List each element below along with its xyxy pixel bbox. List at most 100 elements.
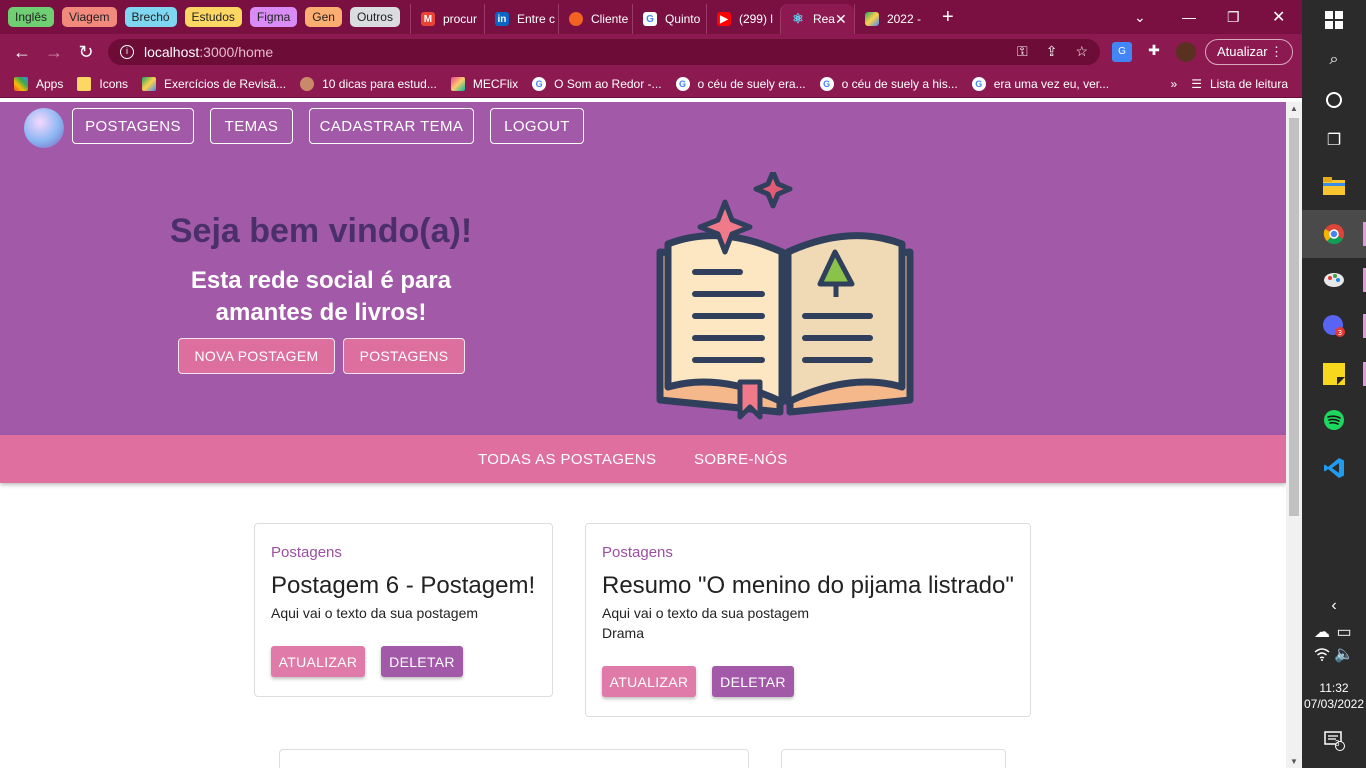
close-tab-icon[interactable]: ✕ <box>835 11 847 28</box>
tab-group-gen[interactable]: Gen <box>305 7 342 27</box>
bookmark-ceu-suely-1[interactable]: G o céu de suely era... <box>675 76 806 91</box>
notification-center-icon[interactable]: 3 <box>1322 728 1346 752</box>
windows-taskbar: ⌕ ❐ 3 ‹ ☁ ▭ 🔈 11:32 07/03/2022 3 <box>1302 0 1366 768</box>
forward-icon[interactable]: → <box>38 42 70 63</box>
bookmark-icons[interactable]: Icons <box>77 76 129 91</box>
update-post-button[interactable]: ATUALIZAR <box>271 646 365 677</box>
more-menu-icon[interactable]: ⋮ <box>1270 40 1283 64</box>
tab-group-ingles[interactable]: Inglês <box>8 7 55 27</box>
bookmark-mecflix[interactable]: MECFlix <box>450 76 519 91</box>
volume-icon[interactable]: 🔈 <box>1332 642 1356 666</box>
close-window-icon[interactable]: ✕ <box>1272 0 1285 34</box>
browser-tab[interactable]: M procur <box>409 4 484 34</box>
scroll-up-icon[interactable]: ▲ <box>1290 104 1298 113</box>
tab-title: 2022 - <box>886 12 921 26</box>
page-scrollbar[interactable]: ▲ ▼ <box>1286 102 1302 768</box>
clock-date: 07/03/2022 <box>1303 697 1365 711</box>
svg-text:3: 3 <box>1338 329 1342 337</box>
onedrive-icon[interactable]: ☁ <box>1310 620 1334 644</box>
browser-tab[interactable]: ▶ (299) l <box>705 4 780 34</box>
folder-icon <box>77 76 92 91</box>
bookmark-dicas[interactable]: 10 dicas para estud... <box>300 76 437 91</box>
minimize-icon[interactable]: — <box>1182 0 1196 34</box>
tab-todas-postagens[interactable]: TODAS AS POSTAGENS <box>478 451 656 468</box>
nav-postagens-button[interactable]: POSTAGENS <box>72 108 194 144</box>
tab-search-icon[interactable]: ⌄ <box>1134 0 1146 34</box>
update-browser-button[interactable]: Atualizar ⋮ <box>1205 39 1293 65</box>
linkedin-icon: in <box>494 12 509 26</box>
tab-group-viagem[interactable]: Viagem <box>62 7 117 27</box>
g-icon: G <box>642 12 657 26</box>
cortana-icon[interactable] <box>1322 88 1346 112</box>
share-icon[interactable]: ⇪ <box>1046 43 1058 60</box>
battery-icon[interactable]: ▭ <box>1332 620 1356 644</box>
tab-group-brecho[interactable]: Brechó <box>124 7 177 27</box>
file-explorer-icon[interactable] <box>1322 174 1346 198</box>
site-info-icon[interactable]: i <box>120 45 134 59</box>
delete-post-button[interactable]: DELETAR <box>712 666 794 697</box>
more-bookmarks-icon[interactable]: » <box>1171 77 1178 91</box>
profile-avatar[interactable] <box>1176 42 1196 62</box>
back-icon[interactable]: ← <box>6 42 38 63</box>
posts-subnav: TODAS AS POSTAGENS SOBRE-NÓS <box>0 435 1286 483</box>
scroll-down-icon[interactable]: ▼ <box>1290 757 1298 766</box>
show-hidden-icons-chevron-icon[interactable]: ‹ <box>1322 594 1346 618</box>
browser-tab-active[interactable]: ⚛ Rea ✕ <box>779 4 854 34</box>
new-tab-button[interactable]: + <box>942 6 954 29</box>
bookmark-ceu-suely-2[interactable]: G o céu de suely a his... <box>819 76 958 91</box>
bookmark-exercicios[interactable]: Exercícios de Revisã... <box>142 76 286 91</box>
google-icon: G <box>675 76 690 91</box>
sticky-notes-icon[interactable] <box>1322 362 1346 386</box>
avatar-icon <box>300 76 315 91</box>
app-logo[interactable] <box>24 108 64 148</box>
translate-icon[interactable]: G <box>1112 42 1132 62</box>
google-icon: G <box>819 76 834 91</box>
windows-start-icon[interactable] <box>1322 8 1346 32</box>
wifi-icon[interactable] <box>1310 642 1334 666</box>
tab-title: Quinto <box>664 12 701 26</box>
task-view-icon[interactable]: ❐ <box>1322 128 1346 152</box>
bookmark-label: Icons <box>99 76 129 91</box>
bookmark-apps[interactable]: Apps <box>14 76 63 91</box>
bookmark-label: era uma vez eu, ver... <box>993 76 1110 91</box>
tab-sobre-nos[interactable]: SOBRE-NÓS <box>694 451 788 468</box>
post-card: Postagens Resumo "O menino do pijama lis… <box>585 523 1031 717</box>
browser-tab[interactable]: Cliente <box>557 4 632 34</box>
browser-tab[interactable]: G Quinto <box>631 4 706 34</box>
reading-list-button[interactable]: ☰ Lista de leitura <box>1191 77 1288 91</box>
delete-post-button[interactable]: DELETAR <box>381 646 463 677</box>
tab-group-outros[interactable]: Outros <box>349 7 400 27</box>
bookmark-label: MECFlix <box>472 76 519 91</box>
hero-posts-button[interactable]: POSTAGENS <box>343 338 465 374</box>
nav-temas-button[interactable]: TEMAS <box>210 108 293 144</box>
system-clock[interactable]: 11:32 07/03/2022 <box>1302 680 1366 712</box>
drive-icon <box>142 76 157 91</box>
reading-list-label: Lista de leitura <box>1209 76 1288 91</box>
search-icon[interactable]: ⌕ <box>1322 48 1346 72</box>
bookmark-som-ao-redor[interactable]: G O Som ao Redor -... <box>532 76 662 91</box>
discord-icon[interactable]: 3 <box>1322 314 1346 338</box>
browser-toolbar: ← → ↻ i localhost:3000/home ⚿ ⇪ ☆ G ✚ At… <box>0 34 1302 70</box>
browser-tab[interactable]: 2022 - <box>853 4 928 34</box>
chrome-icon[interactable] <box>1322 222 1346 246</box>
nav-cadastrar-tema-button[interactable]: CADASTRAR TEMA <box>309 108 474 144</box>
restore-icon[interactable]: ❐ <box>1227 0 1240 34</box>
key-icon[interactable]: ⚿ <box>1017 43 1028 60</box>
update-post-button[interactable]: ATUALIZAR <box>602 666 696 697</box>
paint-icon[interactable] <box>1322 268 1346 292</box>
address-bar[interactable]: i localhost:3000/home ⚿ ⇪ ☆ <box>108 39 1100 65</box>
tab-group-figma[interactable]: Figma <box>249 7 298 27</box>
browser-tab[interactable]: in Entre c <box>483 4 558 34</box>
reload-icon[interactable]: ↻ <box>70 42 102 63</box>
bookmark-era-uma-vez[interactable]: G era uma vez eu, ver... <box>971 76 1110 91</box>
tab-group-estudos[interactable]: Estudos <box>184 7 242 27</box>
extensions-icon[interactable]: ✚ <box>1144 42 1164 62</box>
spotify-icon[interactable] <box>1322 408 1346 432</box>
vscode-icon[interactable] <box>1322 456 1346 480</box>
bookmark-star-icon[interactable]: ☆ <box>1075 43 1088 60</box>
post-text: Aqui vai o texto da sua postagem <box>271 605 479 621</box>
new-post-button[interactable]: NOVA POSTAGEM <box>178 338 335 374</box>
scrollbar-thumb[interactable] <box>1289 118 1299 516</box>
nav-logout-button[interactable]: LOGOUT <box>490 108 584 144</box>
mecflix-icon <box>450 76 465 91</box>
